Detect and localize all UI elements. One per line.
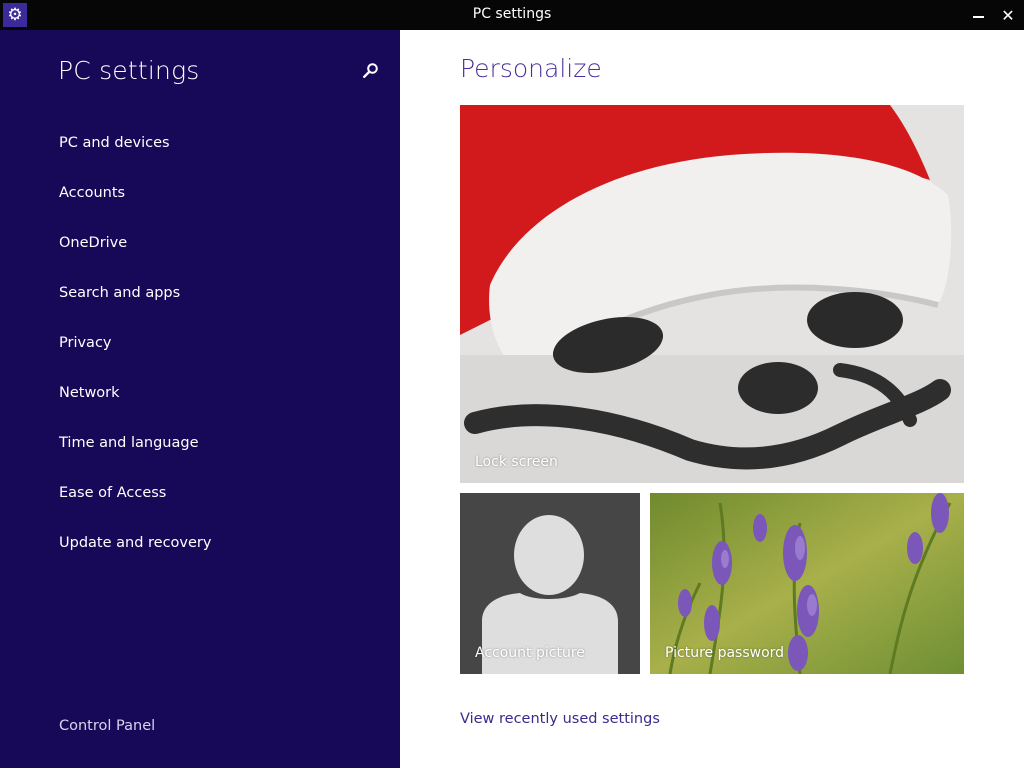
minimize-button[interactable] <box>967 4 989 26</box>
account-picture-label: Account picture <box>475 645 585 661</box>
sidebar-title: PC settings <box>58 56 200 85</box>
close-icon: ✕ <box>1001 5 1015 25</box>
lock-screen-tile[interactable]: Lock screen <box>460 105 964 483</box>
lock-screen-label: Lock screen <box>475 454 558 470</box>
picture-password-tile[interactable]: Picture password <box>650 493 964 674</box>
page-title: Personalize <box>460 54 602 83</box>
main-content: Personalize Lock screen Account picture … <box>400 30 1024 768</box>
sidebar-item-onedrive[interactable]: OneDrive <box>59 235 127 251</box>
title-bar: ⚙ PC settings ✕ <box>0 0 1024 30</box>
sidebar-item-time-and-language[interactable]: Time and language <box>59 435 199 451</box>
view-recent-settings-link[interactable]: View recently used settings <box>460 711 660 727</box>
sidebar-item-pc-and-devices[interactable]: PC and devices <box>59 135 170 151</box>
search-icon <box>362 63 378 78</box>
sidebar: PC settings PC and devices Accounts OneD… <box>0 30 400 768</box>
picture-password-label: Picture password <box>665 645 785 661</box>
control-panel-link[interactable]: Control Panel <box>59 718 155 734</box>
minimize-icon <box>972 16 984 18</box>
account-picture-tile[interactable]: Account picture <box>460 493 640 674</box>
sidebar-item-network[interactable]: Network <box>59 385 120 401</box>
sidebar-item-search-and-apps[interactable]: Search and apps <box>59 285 180 301</box>
sidebar-item-accounts[interactable]: Accounts <box>59 185 125 201</box>
search-button[interactable] <box>360 60 382 82</box>
sidebar-item-update-and-recovery[interactable]: Update and recovery <box>59 535 211 551</box>
window-title: PC settings <box>472 6 552 22</box>
sidebar-item-ease-of-access[interactable]: Ease of Access <box>59 485 166 501</box>
sidebar-item-privacy[interactable]: Privacy <box>59 335 112 351</box>
close-button[interactable]: ✕ <box>997 4 1019 26</box>
lock-screen-image <box>460 105 964 483</box>
